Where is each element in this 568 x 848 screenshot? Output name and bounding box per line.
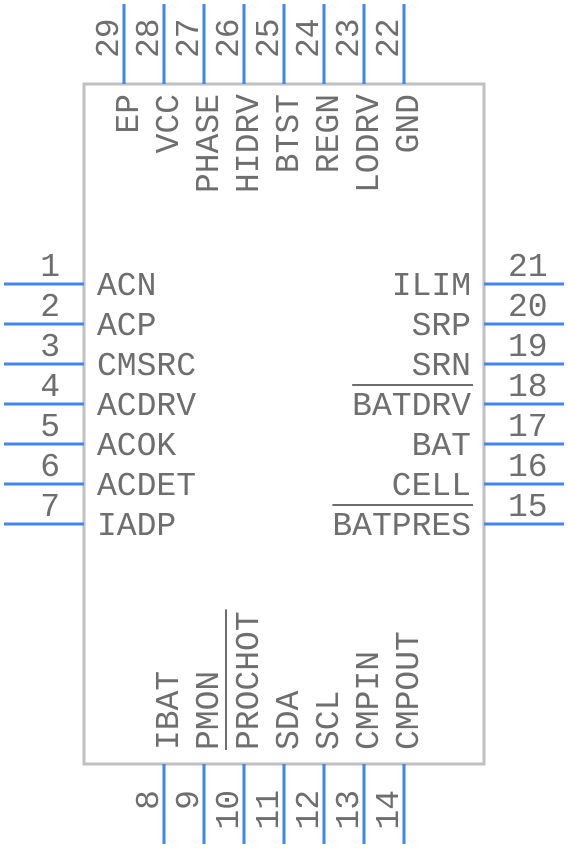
pin-number: 2 bbox=[40, 289, 60, 326]
pin-name: ACP bbox=[97, 308, 156, 345]
pin-number: 18 bbox=[508, 369, 548, 406]
pin-name: ACOK bbox=[97, 428, 176, 465]
pin-name: CMPOUT bbox=[391, 631, 428, 750]
pin-name: CELL bbox=[392, 468, 471, 505]
pin-name: BAT bbox=[412, 428, 471, 465]
pin-name: IADP bbox=[97, 508, 176, 545]
pin-name: HIDRV bbox=[231, 94, 268, 193]
pin-number: 19 bbox=[508, 329, 548, 366]
pin-name: EP bbox=[111, 94, 148, 134]
pin-number: 4 bbox=[40, 369, 60, 406]
pin-name: VCC bbox=[151, 94, 188, 153]
pin-number: 25 bbox=[251, 18, 288, 58]
pin-number: 17 bbox=[508, 409, 548, 446]
pin-number: 27 bbox=[171, 18, 208, 58]
pin-name: ACN bbox=[97, 268, 156, 305]
pin-number: 11 bbox=[251, 790, 288, 830]
pin-number: 22 bbox=[371, 18, 408, 58]
pin-name: SDA bbox=[271, 690, 308, 750]
pin-name: PROCHOT bbox=[231, 611, 268, 750]
pin-number: 8 bbox=[131, 790, 168, 810]
pin-number: 26 bbox=[211, 18, 248, 58]
pin-name: CMSRC bbox=[97, 348, 196, 385]
pin-number: 10 bbox=[211, 790, 248, 830]
pin-name: SCL bbox=[311, 691, 348, 750]
pin-number: 3 bbox=[40, 329, 60, 366]
pin-name: PMON bbox=[191, 671, 228, 750]
pin-name: LODRV bbox=[351, 94, 388, 193]
pin-name: BATDRV bbox=[352, 388, 471, 425]
pin-number: 24 bbox=[291, 18, 328, 58]
pin-name: GND bbox=[391, 94, 428, 153]
pin-number: 14 bbox=[371, 790, 408, 830]
pin-number: 1 bbox=[40, 249, 60, 286]
pin-number: 23 bbox=[331, 18, 368, 58]
pin-number: 21 bbox=[508, 249, 548, 286]
pin-number: 20 bbox=[508, 289, 548, 326]
pin-name: PHASE bbox=[191, 94, 228, 193]
pin-number: 6 bbox=[40, 449, 60, 486]
schematic-symbol: 1 ACN 2 ACP 3 CMSRC 4 ACDRV 5 ACOK 6 ACDET 7 IADP 21 IL… bbox=[4, 4, 564, 844]
pin-name: ACDET bbox=[97, 468, 196, 505]
pin-name: ILIM bbox=[392, 268, 471, 305]
pin-number: 7 bbox=[40, 489, 60, 526]
pin-number: 15 bbox=[508, 489, 548, 526]
pin-number: 16 bbox=[508, 449, 548, 486]
pin-name: CMPIN bbox=[351, 651, 388, 750]
pin-number: 5 bbox=[40, 409, 60, 446]
pin-name: SRP bbox=[412, 308, 471, 345]
pin-number: 9 bbox=[171, 790, 208, 810]
pin-number: 29 bbox=[91, 18, 128, 58]
pin-number: 28 bbox=[131, 18, 168, 58]
pin-name: BTST bbox=[271, 94, 308, 173]
pin-name: SRN bbox=[412, 348, 471, 385]
pin-number: 12 bbox=[291, 790, 328, 830]
pin-name: REGN bbox=[311, 94, 348, 173]
pin-name: ACDRV bbox=[97, 388, 196, 425]
pin-name: BATPRES bbox=[332, 508, 471, 545]
pin-name: IBAT bbox=[151, 671, 188, 750]
pin-number: 13 bbox=[331, 790, 368, 830]
